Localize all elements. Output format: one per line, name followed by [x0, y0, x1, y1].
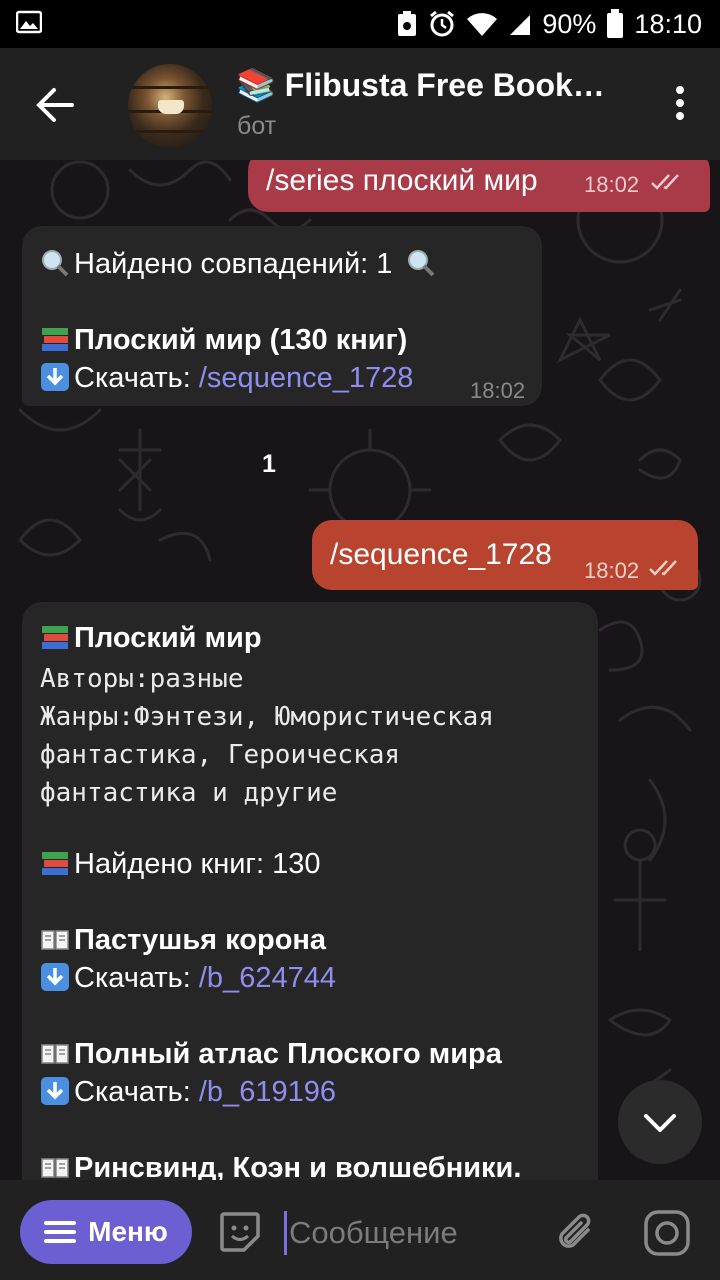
- open-book-icon: [41, 930, 69, 950]
- sequence-link[interactable]: /sequence_1728: [199, 362, 413, 394]
- books-icon: [42, 852, 68, 875]
- bot-menu-button[interactable]: Меню: [20, 1200, 192, 1264]
- page-marker: 1: [262, 450, 276, 478]
- alarm-icon: [430, 10, 455, 37]
- chevron-down-icon: [644, 1114, 676, 1132]
- gallery-notification-icon: [16, 10, 42, 34]
- book-link[interactable]: /b_619196: [199, 1076, 336, 1108]
- genres-line: фантастика и другие: [40, 778, 338, 808]
- incoming-message[interactable]: Найдено совпадений: 1 Плоский мир (130 к…: [22, 226, 542, 406]
- battery-saver-icon: [398, 11, 417, 36]
- chat-title[interactable]: 📚 Flibusta Free Book…: [236, 66, 626, 104]
- message-line-download: Скачать: /sequence_1728: [40, 362, 413, 395]
- input-bar: Меню Сообщение: [0, 1180, 720, 1280]
- book-title: Полный атлас Плоского мира: [40, 1038, 502, 1071]
- book-download-line: Скачать: /b_619196: [40, 1076, 336, 1109]
- download-icon: [41, 1077, 69, 1105]
- message-time: 18:02: [584, 558, 640, 583]
- download-icon: [41, 963, 69, 991]
- double-check-icon: [651, 174, 679, 190]
- outgoing-message[interactable]: /sequence_1728 18:02: [312, 520, 698, 590]
- double-check-icon: [649, 560, 677, 576]
- message-time: 18:02: [470, 378, 526, 403]
- signal-icon: [510, 15, 531, 35]
- genres-line: Жанры:Фэнтези, Юмористическая: [40, 702, 494, 732]
- chat-header: 📚 Flibusta Free Book… бот: [0, 48, 720, 160]
- back-arrow-icon[interactable]: [28, 78, 82, 132]
- scroll-down-button[interactable]: [618, 1080, 702, 1164]
- book-link[interactable]: /b_624744: [199, 962, 336, 994]
- sticker-icon[interactable]: [216, 1208, 264, 1256]
- message-text: /series плоский мир: [266, 164, 538, 197]
- battery-icon: [607, 9, 624, 38]
- attach-icon[interactable]: [552, 1208, 600, 1256]
- avatar[interactable]: [128, 64, 212, 148]
- search-icon: [408, 250, 435, 277]
- book-title: Пастушья корона: [40, 924, 326, 957]
- clock: 18:10: [634, 8, 702, 39]
- open-book-icon: [41, 1044, 69, 1064]
- outgoing-message[interactable]: /series плоский мир 18:02: [248, 160, 710, 212]
- genres-line: фантастика, Героическая: [40, 740, 401, 770]
- open-book-icon: [41, 1158, 69, 1178]
- authors-line: Авторы:разные: [40, 664, 244, 694]
- message-text: /sequence_1728: [330, 538, 552, 571]
- books-icon: [42, 626, 68, 649]
- camera-icon[interactable]: [642, 1208, 692, 1258]
- search-icon: [42, 250, 69, 277]
- wifi-icon: [467, 13, 498, 37]
- books-icon: [42, 328, 68, 351]
- download-icon: [41, 363, 69, 391]
- bot-menu-label: Меню: [88, 1216, 168, 1247]
- found-books-line: Найдено книг: 130: [40, 848, 321, 881]
- battery-percent: 90%: [542, 8, 597, 39]
- book-download-line: Скачать: /b_624744: [40, 962, 336, 995]
- message-line-series: Плоский мир (130 книг): [40, 324, 407, 357]
- incoming-message[interactable]: Плоский мир Авторы:разные Жанры:Фэнтези,…: [22, 602, 598, 1180]
- message-placeholder: Сообщение: [289, 1215, 458, 1250]
- chat-subtitle: бот: [237, 112, 277, 140]
- chat-area[interactable]: /series плоский мир 18:02 Найдено совпад…: [0, 160, 720, 1180]
- book-title: Ринсвинд, Коэн и волшебники.: [40, 1152, 521, 1180]
- status-bar: 90% 18:10: [0, 0, 720, 48]
- message-line-found: Найдено совпадений: 1: [40, 248, 440, 281]
- message-time: 18:02: [584, 172, 640, 197]
- more-vert-icon[interactable]: [670, 86, 690, 126]
- message-input[interactable]: Сообщение: [284, 1208, 534, 1258]
- series-title: Плоский мир: [40, 622, 262, 655]
- text-caret: [284, 1211, 287, 1255]
- menu-lines-icon: [44, 1221, 77, 1243]
